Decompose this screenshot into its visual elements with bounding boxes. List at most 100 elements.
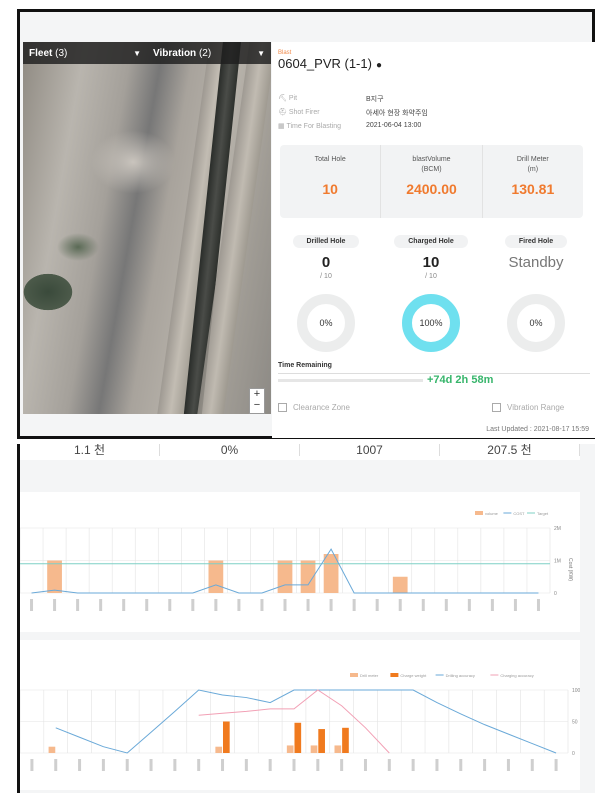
x-tick-label [467, 599, 471, 611]
satellite-map[interactable] [23, 42, 271, 414]
cost-chart-panel: 2M 1M 0 volume COST Target Cost (KW) [19, 492, 580, 632]
shot-firer-value: 아세아 현장 화약주임 [366, 110, 428, 117]
shot-firer-row: ⛑ Shot Firer 아세아 현장 화약주임 [278, 108, 428, 118]
strip-value: 0% [160, 444, 300, 456]
drill-meter-label: Drill Meter [516, 156, 549, 163]
x-tick-label [411, 759, 415, 771]
checkbox-icon [278, 403, 287, 412]
y-tick-label: 100 [572, 688, 580, 694]
x-tick-label [125, 759, 129, 771]
x-tick-label [149, 759, 153, 771]
fired-hole-value: Standby [508, 254, 564, 271]
x-tick-label [490, 599, 494, 611]
total-hole-stat: Total Hole 10 [280, 145, 382, 218]
y-tick-label: 0 [554, 591, 557, 597]
x-tick-label [506, 759, 510, 771]
charge-weight-bar [294, 722, 302, 753]
x-tick-label [76, 599, 80, 611]
x-tick-label [268, 759, 272, 771]
x-tick-label [191, 599, 195, 611]
legend-swatch [475, 511, 483, 515]
clearance-zone-checkbox[interactable]: Clearance Zone [278, 403, 350, 412]
x-tick-label [536, 599, 540, 611]
charged-hole-value: 10 [422, 254, 440, 271]
drill-meter-bar [334, 745, 342, 753]
charged-progress-pct: 100% [419, 318, 443, 328]
time-remaining-label: Time Remaining [278, 362, 332, 369]
x-tick-label [340, 759, 344, 771]
x-tick-label [329, 599, 333, 611]
zoom-out-button[interactable]: − [250, 400, 264, 411]
x-tick-label [221, 759, 225, 771]
charged-hole-stat: Charged Hole 10 / 10 [383, 230, 479, 280]
drilled-progress-pct: 0% [319, 318, 333, 328]
fleet-count: (3) [55, 47, 68, 59]
total-hole-label: Total Hole [314, 156, 346, 163]
x-tick-label [168, 599, 172, 611]
x-tick-label [260, 599, 264, 611]
y-axis-label: Cost (KW) [567, 558, 573, 581]
x-tick-label [398, 599, 402, 611]
y-tick-label: 50 [572, 720, 578, 726]
x-tick-label [459, 759, 463, 771]
legend-label: Drill meter [360, 673, 379, 678]
drill-meter-bar [286, 745, 294, 753]
accuracy-chart: 100 50 0 Drill meter Charge weight Drilling a… [19, 673, 581, 771]
drill-meter-bar [310, 745, 318, 753]
accuracy-chart-panel: 100 50 0 Drill meter Charge weight Drilling a… [19, 640, 581, 790]
summary-strip: 1.1 천 0% 1007 207.5 천 [20, 444, 580, 460]
x-tick-label [292, 759, 296, 771]
x-tick-label [99, 599, 103, 611]
volume-bar [47, 560, 62, 593]
fired-progress-ring: 0% [507, 294, 565, 352]
x-tick-label [554, 759, 558, 771]
x-tick-label [101, 759, 105, 771]
pit-row: ⛏ Pit B지구 [278, 94, 384, 104]
charged-progress-ring: 100% [402, 294, 460, 352]
time-remaining-value: +74d 2h 58m [427, 374, 494, 386]
helmet-icon: ⛑ [278, 109, 289, 116]
drill-meter-value: 130.81 [511, 181, 555, 197]
x-tick-label [363, 759, 367, 771]
strip-value: 1007 [300, 444, 440, 456]
vibration-range-checkbox[interactable]: Vibration Range [492, 403, 564, 412]
strip-value: 207.5 천 [440, 444, 580, 456]
blasting-time-value: 2021-06-04 13:00 [366, 122, 422, 129]
legend-label: COST [513, 511, 525, 516]
charged-hole-total: / 10 [425, 273, 437, 280]
zoom-control: + − [249, 388, 265, 414]
volume-bar [277, 560, 293, 593]
cost-chart: 2M 1M 0 volume COST Target Cost (KW) [19, 511, 573, 611]
vibration-count: (2) [198, 47, 212, 59]
drill-meter-unit: (m) [527, 166, 539, 173]
x-tick-label [54, 759, 58, 771]
x-tick-label [306, 599, 310, 611]
pit-key: Pit [288, 95, 298, 102]
drilled-progress-ring: 0% [297, 294, 355, 352]
vibration-dropdown[interactable]: Vibration (2) ▼ [147, 48, 271, 59]
fired-progress-pct: 0% [529, 318, 543, 328]
clearance-zone-label: Clearance Zone [293, 403, 350, 412]
vibration-range-label: Vibration Range [507, 403, 565, 412]
chevron-down-icon: ▼ [257, 48, 265, 58]
fired-hole-label: Fired Hole [504, 235, 568, 248]
fleet-dropdown[interactable]: Fleet (3) ▼ [23, 48, 147, 59]
pit-icon: ⛏ [278, 95, 289, 102]
blast-info-panel: Blast 0604_PVR (1-1) ● ⛏ Pit B지구 ⛑ Shot Fi… [272, 42, 597, 438]
total-hole-value: 10 [322, 181, 338, 197]
x-tick-label [244, 759, 248, 771]
blasting-time-row: ▦ Time For Blasting 2021-06-04 13:00 [278, 122, 421, 130]
blast-volume-value: 2400.00 [406, 181, 457, 197]
last-updated: Last Updated : 2021-08-17 15:59 [486, 426, 589, 433]
x-tick-label [214, 599, 218, 611]
checkbox-icon [492, 403, 501, 412]
drilled-hole-total: / 10 [320, 273, 332, 280]
location-pin-icon[interactable]: ● [376, 60, 382, 71]
blasting-time-key: Time For Blasting [286, 123, 342, 130]
drill-meter-stat: Drill Meter (m) 130.81 [483, 145, 583, 218]
x-tick-label [316, 759, 320, 771]
legend-swatch [350, 673, 358, 677]
dashboard-lower: 1.1 천 0% 1007 207.5 천 2M 1M 0 volume COST Tar… [17, 444, 595, 793]
drill-meter-bar [48, 746, 56, 753]
charge-weight-bar [222, 721, 230, 753]
